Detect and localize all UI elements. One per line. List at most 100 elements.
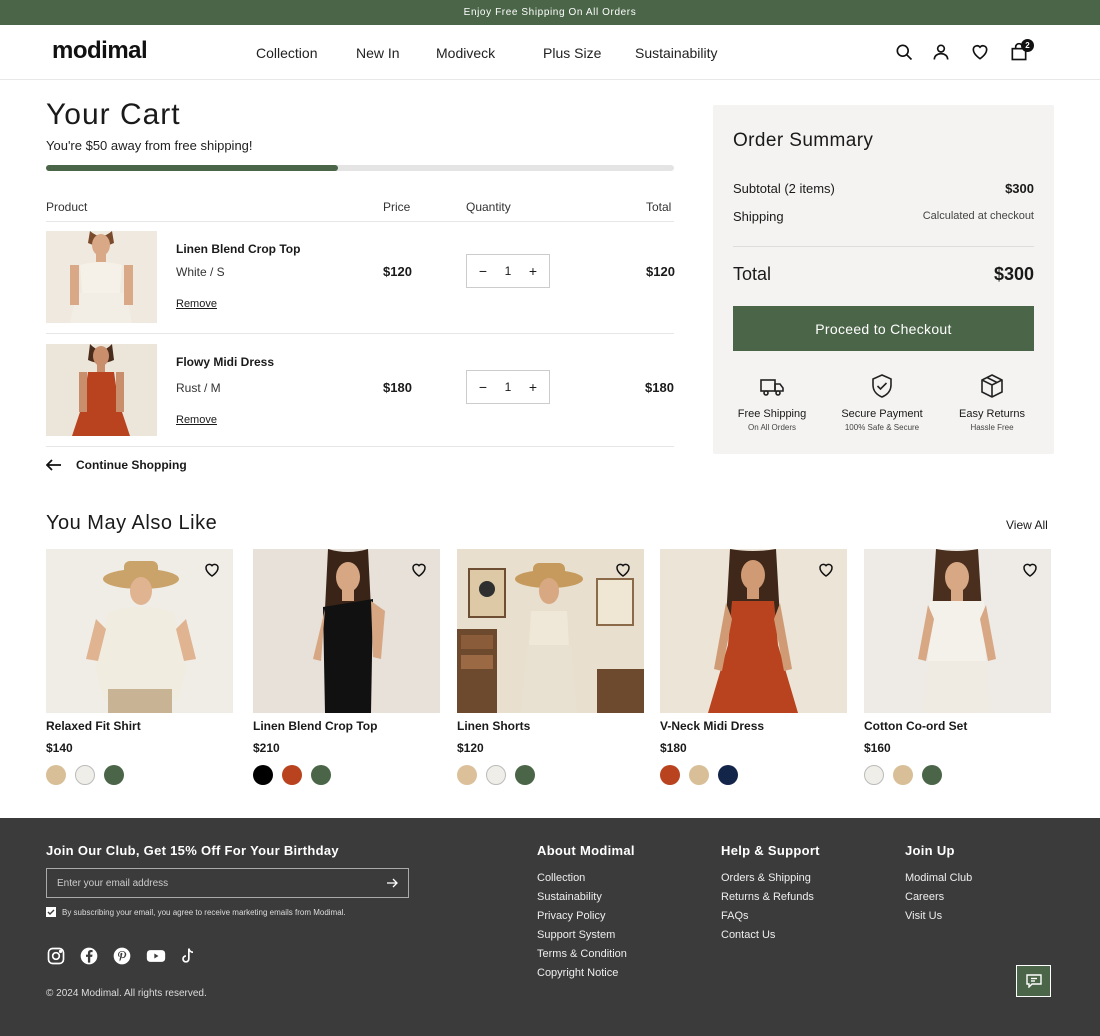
footer-link[interactable]: Collection [537,872,635,884]
footer-link[interactable]: Copyright Notice [537,967,635,979]
color-swatch[interactable] [893,765,913,785]
facebook-icon[interactable] [79,946,99,966]
color-swatch[interactable] [46,765,66,785]
footer-link[interactable]: Privacy Policy [537,910,635,922]
arrow-right-icon[interactable] [386,878,398,888]
product-card: Cotton Co-ord Set $160 [864,549,1051,785]
color-swatch[interactable] [718,765,738,785]
divider [46,221,674,222]
page-title: Your Cart [46,98,181,131]
nav-item-plus-size[interactable]: Plus Size [543,45,601,61]
view-all-link[interactable]: View All [1006,518,1048,532]
package-icon [981,374,1003,398]
decrease-quantity-button[interactable]: − [477,379,489,395]
feature-easy-returns: Easy Returns Hassle Free [942,373,1042,432]
nav-item-new-in[interactable]: New In [356,45,400,61]
product-name[interactable]: Cotton Co-ord Set [864,719,1051,733]
order-summary-panel: Order Summary Subtotal (2 items) $300 Sh… [713,105,1054,454]
logo[interactable]: modimal [52,37,148,65]
pinterest-icon[interactable] [112,946,132,966]
color-swatch[interactable] [922,765,942,785]
increase-quantity-button[interactable]: + [527,263,539,279]
wishlist-heart-icon[interactable] [817,561,835,579]
color-swatch[interactable] [282,765,302,785]
column-header-price: Price [383,200,411,214]
product-image-flowy-midi-dress[interactable] [46,344,157,436]
consent-row: By subscribing your email, you agree to … [46,907,346,917]
color-swatch[interactable] [689,765,709,785]
cart-item-price: $120 [383,264,412,279]
column-header-product: Product [46,200,88,214]
decrease-quantity-button[interactable]: − [477,263,489,279]
footer-link[interactable]: Careers [905,891,972,903]
wishlist-heart-icon[interactable] [614,561,632,579]
club-heading: Join Our Club, Get 15% Off For Your Birt… [46,843,339,858]
product-name[interactable]: V-Neck Midi Dress [660,719,847,733]
product-card: V-Neck Midi Dress $180 [660,549,847,785]
color-swatch[interactable] [457,765,477,785]
cart-item-variant: White / S [176,265,225,279]
product-name[interactable]: Linen Shorts [457,719,644,733]
cart-item-price: $180 [383,380,412,395]
divider [46,333,674,334]
color-swatches [660,765,847,785]
footer-link[interactable]: Modimal Club [905,872,972,884]
checkout-button[interactable]: Proceed to Checkout [733,306,1034,351]
product-name[interactable]: Relaxed Fit Shirt [46,719,233,733]
product-image-linen-blend-crop-top[interactable] [46,231,157,323]
product-image[interactable] [864,549,1051,713]
footer-link[interactable]: Support System [537,929,635,941]
color-swatch[interactable] [311,765,331,785]
quantity-value: 1 [504,264,512,278]
chat-button[interactable] [1016,965,1051,997]
footer-link[interactable]: Orders & Shipping [721,872,820,884]
nav-item-modiveck[interactable]: Modiveck [436,45,495,61]
footer-link[interactable]: Visit Us [905,910,972,922]
continue-shopping-link[interactable]: Continue Shopping [46,458,187,472]
nav-item-sustainability[interactable]: Sustainability [635,45,718,61]
remove-item-button[interactable]: Remove [176,298,217,310]
product-price: $160 [864,741,891,755]
footer-link[interactable]: Terms & Condition [537,948,635,960]
footer-link[interactable]: Returns & Refunds [721,891,820,903]
account-icon[interactable] [931,42,951,62]
color-swatch[interactable] [660,765,680,785]
site-footer: Join Our Club, Get 15% Off For Your Birt… [0,818,1100,1036]
feature-subtitle: On All Orders [747,423,796,432]
remove-item-button[interactable]: Remove [176,414,217,426]
cart-item-name[interactable]: Flowy Midi Dress [176,355,274,369]
tiktok-icon[interactable] [178,946,198,966]
instagram-icon[interactable] [46,946,66,966]
wishlist-heart-icon[interactable] [203,561,221,579]
product-image[interactable] [46,549,233,713]
cart-item-total: $120 [646,264,675,279]
quantity-stepper: − 1 + [466,254,550,288]
color-swatch[interactable] [515,765,535,785]
product-image[interactable] [457,549,644,713]
color-swatch[interactable] [253,765,273,785]
footer-link[interactable]: Sustainability [537,891,635,903]
product-image[interactable] [660,549,847,713]
color-swatch[interactable] [104,765,124,785]
wishlist-heart-icon[interactable] [410,561,428,579]
color-swatch[interactable] [486,765,506,785]
newsletter-email-input[interactable]: Enter your email address [46,868,409,898]
nav-item-collection[interactable]: Collection [256,45,317,61]
cart-item-name[interactable]: Linen Blend Crop Top [176,242,300,256]
increase-quantity-button[interactable]: + [527,379,539,395]
product-card: Linen Shorts $120 [457,549,644,785]
color-swatch[interactable] [864,765,884,785]
footer-link[interactable]: Contact Us [721,929,820,941]
product-name[interactable]: Linen Blend Crop Top [253,719,440,733]
youtube-icon[interactable] [145,946,167,966]
shield-check-icon [872,374,892,398]
search-icon[interactable] [894,42,914,62]
wishlist-icon[interactable] [970,42,990,62]
product-image[interactable] [253,549,440,713]
color-swatch[interactable] [75,765,95,785]
consent-checkbox[interactable] [46,907,56,917]
footer-link[interactable]: FAQs [721,910,820,922]
feature-subtitle: Hassle Free [970,423,1014,432]
shipping-label: Shipping [733,209,784,224]
wishlist-heart-icon[interactable] [1021,561,1039,579]
